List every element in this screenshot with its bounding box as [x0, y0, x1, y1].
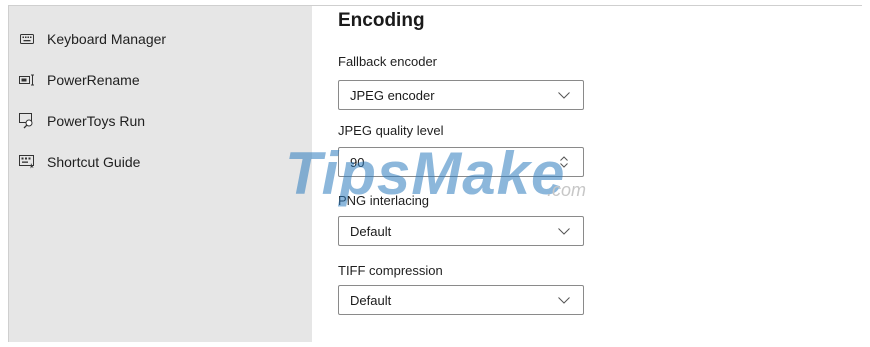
fallback-encoder-dropdown[interactable]: JPEG encoder [338, 80, 584, 110]
tiff-compression-dropdown[interactable]: Default [338, 285, 584, 315]
sidebar-item-shortcut-guide[interactable]: Shortcut Guide [9, 143, 312, 181]
section-title: Encoding [338, 10, 425, 31]
png-interlacing-value: Default [350, 223, 392, 239]
jpeg-quality-value: 90 [350, 154, 365, 170]
rename-icon [19, 72, 35, 88]
chevron-down-icon [557, 224, 571, 238]
settings-panel: Encoding Fallback encoder JPEG encoder J… [313, 6, 862, 342]
sidebar-item-label: Shortcut Guide [47, 154, 141, 170]
sidebar-item-keyboard-manager[interactable]: Keyboard Manager [9, 20, 312, 58]
jpeg-quality-input[interactable]: 90 [338, 147, 584, 177]
tiff-compression-label: TIFF compression [338, 263, 443, 278]
tiff-compression-value: Default [350, 292, 392, 308]
chevron-down-icon [557, 88, 571, 102]
spin-arrows-icon[interactable] [557, 155, 571, 169]
png-interlacing-label: PNG interlacing [338, 193, 430, 208]
sidebar-item-powertoys-run[interactable]: PowerToys Run [9, 102, 312, 140]
sidebar-item-powerrename[interactable]: PowerRename [9, 61, 312, 99]
png-interlacing-dropdown[interactable]: Default [338, 216, 584, 246]
sidebar-item-label: PowerToys Run [47, 113, 146, 129]
jpeg-quality-label: JPEG quality level [338, 123, 444, 138]
sidebar: Keyboard Manager PowerRename PowerToys R… [9, 6, 312, 342]
run-icon [19, 113, 35, 129]
keyboard-icon [19, 31, 35, 47]
fallback-encoder-value: JPEG encoder [350, 87, 435, 103]
chevron-down-icon [557, 293, 571, 307]
sidebar-item-label: Keyboard Manager [47, 31, 167, 47]
shortcut-guide-icon [19, 154, 35, 170]
fallback-encoder-label: Fallback encoder [338, 54, 437, 69]
sidebar-item-label: PowerRename [47, 72, 140, 88]
